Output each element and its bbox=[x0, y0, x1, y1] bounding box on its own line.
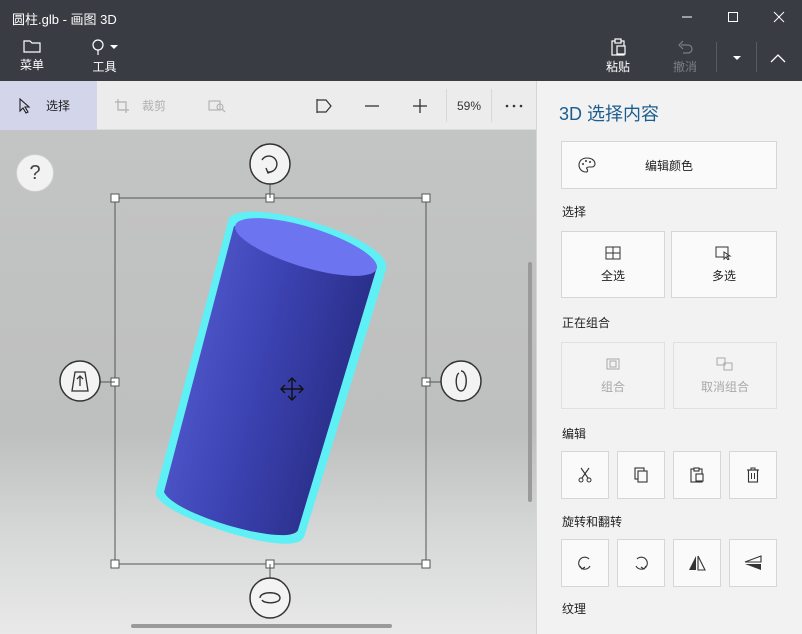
minus-icon bbox=[365, 104, 379, 107]
edit-section-label: 编辑 bbox=[562, 427, 587, 441]
vertical-scrollbar[interactable] bbox=[528, 262, 532, 502]
magic-select-icon bbox=[208, 99, 226, 112]
more-icon bbox=[505, 104, 523, 107]
flip-horizontal-button[interactable] bbox=[673, 539, 721, 587]
title-bar: 圆柱.glb - 画图 3D bbox=[0, 0, 802, 34]
flip-horizontal-icon bbox=[689, 555, 706, 571]
menu-button[interactable]: 菜单 bbox=[20, 38, 44, 73]
panel-title: 3D 选择内容 bbox=[559, 104, 660, 124]
plus-icon bbox=[413, 98, 427, 113]
select-all-icon bbox=[605, 246, 621, 259]
divider bbox=[716, 42, 717, 72]
rotate-right-icon bbox=[635, 556, 648, 570]
more-options-button[interactable] bbox=[492, 81, 536, 130]
cylinder-object[interactable] bbox=[155, 206, 387, 544]
group-label: 组合 bbox=[600, 379, 625, 394]
rotate-y-handle[interactable] bbox=[249, 577, 291, 619]
flag-view-icon bbox=[316, 98, 332, 113]
rotate-left-icon bbox=[578, 556, 591, 570]
paste-icon bbox=[690, 467, 704, 483]
depth-handle[interactable] bbox=[59, 360, 101, 402]
scissors-icon bbox=[578, 467, 592, 483]
flip-vertical-icon bbox=[744, 555, 762, 570]
rotate-flip-section-label: 旋转和翻转 bbox=[562, 515, 623, 529]
crop-icon bbox=[115, 98, 129, 113]
trash-icon bbox=[747, 467, 759, 483]
undo-icon bbox=[678, 40, 693, 54]
select-label: 选择 bbox=[46, 99, 71, 113]
copy-button[interactable] bbox=[617, 451, 665, 499]
select-all-button[interactable]: 全选 bbox=[561, 231, 665, 298]
zoom-level[interactable]: 59% bbox=[446, 89, 492, 122]
select-section-label: 选择 bbox=[562, 205, 587, 219]
canvas-area[interactable]: ? bbox=[0, 130, 536, 634]
view-toggle-button[interactable] bbox=[302, 81, 346, 130]
flip-vertical-button[interactable] bbox=[729, 539, 777, 587]
properties-panel: 3D 选择内容 编辑颜色 选择 全选 多选 正在组合 组合 取消组合 编辑 旋转… bbox=[536, 81, 802, 634]
select-all-label: 全选 bbox=[600, 268, 625, 283]
paste-button[interactable]: 粘贴 bbox=[606, 38, 630, 75]
rotate-z-handle[interactable] bbox=[249, 143, 291, 185]
ungroup-button[interactable]: 取消组合 bbox=[673, 342, 777, 409]
collapse-ribbon-button[interactable] bbox=[758, 34, 798, 81]
minimize-button[interactable] bbox=[664, 0, 710, 34]
multi-select-icon bbox=[715, 246, 732, 260]
select-tool[interactable]: 选择 bbox=[0, 81, 97, 130]
texture-section-label: 纹理 bbox=[562, 602, 587, 616]
window-title: 圆柱.glb - 画图 3D bbox=[12, 12, 117, 27]
close-icon bbox=[773, 11, 785, 23]
undo-button[interactable]: 撤消 bbox=[673, 38, 697, 75]
group-button[interactable]: 组合 bbox=[561, 342, 665, 409]
palette-icon bbox=[578, 157, 596, 173]
cursor-icon bbox=[19, 97, 31, 114]
rotate-left-button[interactable] bbox=[561, 539, 609, 587]
scene bbox=[59, 143, 482, 619]
paste-label: 粘贴 bbox=[606, 60, 631, 74]
toolbar: 选择 裁剪 59% bbox=[0, 81, 536, 130]
multi-select-button[interactable]: 多选 bbox=[671, 231, 777, 298]
divider bbox=[756, 42, 757, 72]
rotate-x-handle[interactable] bbox=[440, 360, 482, 402]
paste-panel-button[interactable] bbox=[673, 451, 721, 499]
tools-button[interactable]: 工具 bbox=[90, 38, 119, 75]
minimize-icon bbox=[682, 16, 692, 18]
multi-select-label: 多选 bbox=[711, 268, 736, 283]
delete-button[interactable] bbox=[729, 451, 777, 499]
close-button[interactable] bbox=[756, 0, 802, 34]
cut-button[interactable] bbox=[561, 451, 609, 499]
paste-icon bbox=[611, 38, 626, 56]
maximize-icon bbox=[728, 12, 738, 22]
rotate-right-button[interactable] bbox=[617, 539, 665, 587]
horizontal-scrollbar[interactable] bbox=[131, 624, 392, 628]
grouping-section-label: 正在组合 bbox=[562, 316, 611, 330]
edit-color-button[interactable]: 编辑颜色 bbox=[561, 141, 777, 189]
ungroup-icon bbox=[716, 357, 733, 370]
caret-down-icon bbox=[733, 55, 741, 60]
crop-tool[interactable]: 裁剪 bbox=[114, 81, 166, 130]
magic-select-tool[interactable] bbox=[208, 81, 226, 130]
undo-label: 撤消 bbox=[673, 60, 698, 74]
more-commands-button[interactable] bbox=[720, 34, 754, 81]
command-bar: 菜单 工具 粘贴 撤消 bbox=[0, 34, 802, 81]
tools-label: 工具 bbox=[92, 60, 117, 74]
lightbulb-icon bbox=[92, 39, 104, 55]
maximize-button[interactable] bbox=[710, 0, 756, 34]
zoom-out-button[interactable] bbox=[350, 81, 394, 130]
caret-down-icon bbox=[110, 45, 118, 49]
group-icon bbox=[606, 358, 620, 369]
ungroup-label: 取消组合 bbox=[700, 379, 749, 394]
chevron-up-icon bbox=[770, 53, 786, 62]
menu-label: 菜单 bbox=[20, 58, 45, 72]
zoom-in-button[interactable] bbox=[398, 81, 442, 130]
edit-color-label: 编辑颜色 bbox=[644, 158, 693, 173]
crop-label: 裁剪 bbox=[142, 99, 167, 113]
copy-icon bbox=[634, 467, 648, 483]
folder-icon bbox=[23, 40, 41, 53]
